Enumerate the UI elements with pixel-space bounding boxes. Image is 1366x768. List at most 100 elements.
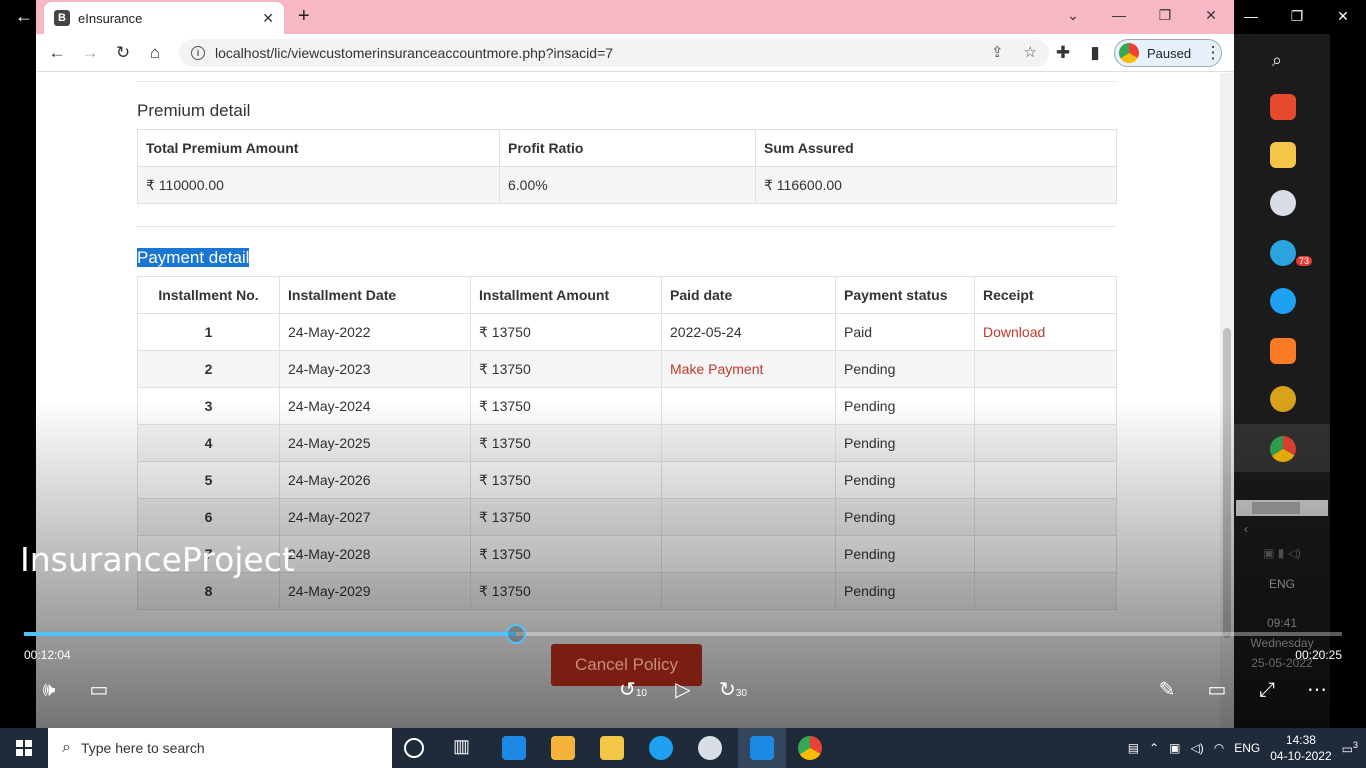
- address-bar[interactable]: i localhost/lic/viewcustomerinsuranceacc…: [179, 39, 1049, 67]
- sum-assured-value: ₹ 116600.00: [755, 166, 1117, 204]
- xampp-icon[interactable]: [1270, 338, 1296, 364]
- edge-icon[interactable]: [1270, 288, 1296, 314]
- favicon: B: [54, 10, 70, 26]
- more-options-icon[interactable]: ⋯: [1302, 678, 1332, 702]
- side-panel-icon[interactable]: ▮: [1084, 43, 1106, 63]
- current-time: 00:12:04: [24, 648, 71, 662]
- progress-knob[interactable]: [506, 624, 526, 644]
- installment-no-cell: 5: [137, 461, 280, 499]
- selected-text: Payment detail: [137, 248, 250, 267]
- meet-icon[interactable]: ▣: [1169, 741, 1180, 755]
- header-sum-assured: Sum Assured: [755, 129, 1117, 167]
- chevron-left-icon[interactable]: ‹: [1234, 522, 1330, 536]
- mini-view-icon[interactable]: ▭: [1202, 678, 1232, 702]
- paid-date-cell: 2022-05-24: [661, 313, 836, 351]
- search-icon[interactable]: ⌕: [1272, 50, 1282, 71]
- divider: [136, 81, 1116, 82]
- notifications-icon[interactable]: ▭3: [1342, 740, 1358, 756]
- payment-status-cell: Pending: [835, 387, 975, 425]
- pencil-icon[interactable]: ✎: [1152, 678, 1182, 702]
- file-explorer-icon[interactable]: [1270, 142, 1296, 168]
- mail-icon[interactable]: [502, 736, 526, 760]
- volume-icon[interactable]: ◁): [1191, 741, 1204, 755]
- news-icon[interactable]: ▤: [1128, 741, 1139, 755]
- wifi-icon[interactable]: ◠: [1214, 741, 1224, 755]
- taskbar-lang[interactable]: ENG: [1234, 741, 1260, 755]
- close-tab-icon[interactable]: ✕: [262, 10, 274, 27]
- chrome-icon[interactable]: [798, 736, 822, 760]
- side-panel-scrollbar[interactable]: [1236, 500, 1328, 516]
- receipt-cell: [974, 572, 1117, 610]
- edge-icon[interactable]: [649, 736, 673, 760]
- url-text: localhost/lic/viewcustomerinsuranceaccou…: [215, 45, 614, 61]
- skip-forward-button[interactable]: ↻30: [718, 678, 748, 702]
- back-icon[interactable]: ←: [46, 43, 68, 63]
- captions-icon[interactable]: ▭: [84, 678, 114, 702]
- minimize-icon[interactable]: —: [1228, 0, 1274, 32]
- paint-icon[interactable]: [1270, 190, 1296, 216]
- volume-icon[interactable]: 🕪: [34, 678, 64, 702]
- paid-date-cell: [661, 535, 836, 573]
- notifications-count: 3: [1352, 740, 1358, 750]
- scrollbar-thumb[interactable]: [1223, 328, 1231, 638]
- info-icon[interactable]: i: [191, 46, 205, 60]
- paid-date-cell: [661, 572, 836, 610]
- task-view-icon[interactable]: ▥: [453, 736, 477, 760]
- close-icon[interactable]: ✕: [1320, 0, 1366, 32]
- download-receipt-link[interactable]: Download: [974, 313, 1117, 351]
- skip-back-button[interactable]: ↺10: [618, 678, 648, 702]
- restore-icon[interactable]: ❐: [1142, 0, 1188, 30]
- progress-bar[interactable]: [24, 632, 1342, 636]
- hs-icon[interactable]: [1270, 386, 1296, 412]
- windows-start-icon[interactable]: [0, 728, 48, 768]
- reload-icon[interactable]: ↻: [112, 43, 134, 63]
- scrollbar-thumb[interactable]: [1252, 502, 1300, 514]
- side-time: 09:41: [1266, 616, 1298, 630]
- video-player[interactable]: ← B eInsurance ✕ + ⌄ — ❐ ✕ ← → ↻ ⌂ i loc…: [0, 0, 1366, 728]
- file-explorer-icon[interactable]: [600, 736, 624, 760]
- page-scrollbar[interactable]: [1220, 73, 1234, 728]
- divider: [136, 226, 1116, 227]
- browser-tab[interactable]: B eInsurance ✕: [44, 2, 284, 34]
- cortana-icon[interactable]: [404, 738, 424, 758]
- tab-search-icon[interactable]: ⌄: [1050, 0, 1096, 30]
- share-icon[interactable]: ⇪: [991, 43, 1004, 61]
- installment-amount-cell: ₹ 13750: [470, 424, 662, 462]
- header-paid-date: Paid date: [661, 276, 836, 314]
- store-icon[interactable]: [551, 736, 575, 760]
- receipt-cell: [974, 350, 1117, 388]
- minimize-icon[interactable]: —: [1096, 0, 1142, 30]
- installment-amount-cell: ₹ 13750: [470, 498, 662, 536]
- bookmark-star-icon[interactable]: ☆: [1024, 43, 1037, 61]
- windows-taskbar: ⌕ Type here to search ▥ ▤ ⌃ ▣ ◁) ◠ ENG 1…: [0, 728, 1366, 768]
- taskbar-search-box[interactable]: ⌕ Type here to search: [48, 728, 392, 768]
- avatar: [1119, 43, 1139, 63]
- player-window-controls: — ❐ ✕: [1228, 0, 1366, 32]
- taskbar-clock[interactable]: 14:38 04-10-2022: [1270, 732, 1331, 764]
- installment-no-cell: 1: [137, 313, 280, 351]
- notification-badge: 73: [1296, 256, 1313, 266]
- installment-date-cell: 24-May-2027: [279, 498, 471, 536]
- restore-icon[interactable]: ❐: [1274, 0, 1320, 32]
- paint-icon[interactable]: [698, 736, 722, 760]
- extensions-icon[interactable]: ✚: [1052, 43, 1074, 63]
- chrome-icon[interactable]: [1270, 436, 1296, 462]
- installment-no-cell: 3: [137, 387, 280, 425]
- back-arrow-icon[interactable]: ←: [10, 6, 38, 26]
- new-tab-icon[interactable]: +: [298, 6, 310, 26]
- video-player-icon[interactable]: [750, 736, 774, 760]
- fullscreen-icon[interactable]: ⤢: [1252, 678, 1282, 702]
- profile-status: Paused: [1147, 45, 1192, 61]
- chevron-up-icon[interactable]: ⌃: [1149, 741, 1159, 755]
- home-icon[interactable]: ⌂: [144, 43, 166, 63]
- forward-icon[interactable]: →: [79, 43, 101, 63]
- app-c-icon[interactable]: [1270, 94, 1296, 120]
- installment-date-cell: 24-May-2022: [279, 313, 471, 351]
- payment-status-cell: Pending: [835, 535, 975, 573]
- play-icon[interactable]: ▷: [668, 678, 698, 702]
- header-installment-amount: Installment Amount: [470, 276, 662, 314]
- total-premium-value: ₹ 110000.00: [137, 166, 500, 204]
- menu-kebab-icon[interactable]: ⋮: [1202, 43, 1224, 63]
- telegram-icon[interactable]: [1270, 240, 1296, 266]
- make-payment-link[interactable]: Make Payment: [661, 350, 836, 388]
